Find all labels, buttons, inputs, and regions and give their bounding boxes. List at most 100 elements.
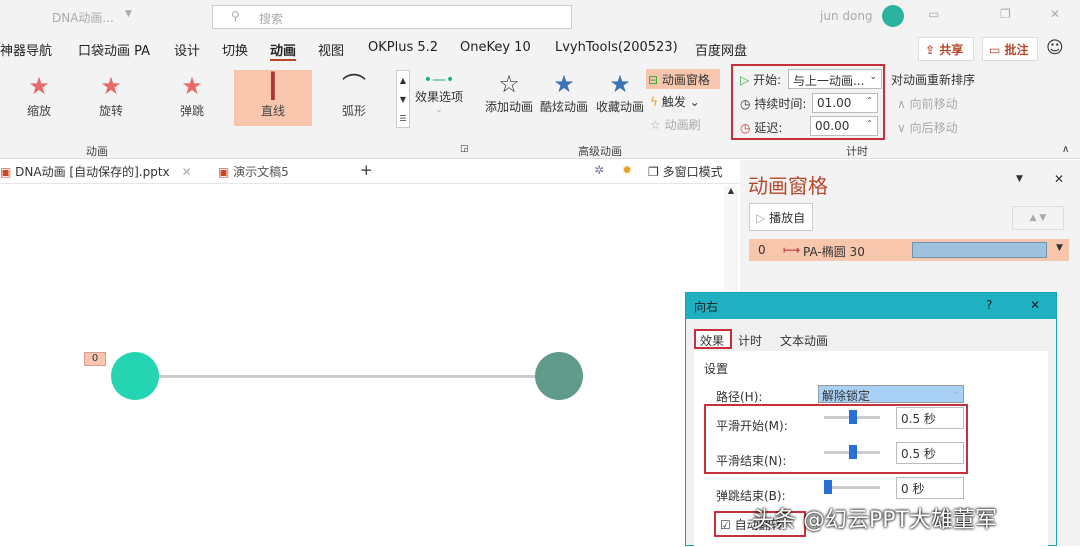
doc-tab[interactable]: ▣ 演示文稿5 [218, 163, 348, 180]
delay-input[interactable]: 00.00 ⌃ [810, 116, 878, 136]
tab-animation[interactable]: 动画 [270, 40, 297, 61]
pane-title: 动画窗格 [748, 174, 828, 198]
item-name: PA-椭圆 30 [803, 245, 865, 259]
circle-start[interactable] [111, 352, 159, 400]
value: 0 秒 [901, 482, 925, 496]
animation-painter-button[interactable]: ☆ 动画刷 [650, 116, 701, 133]
trigger-button[interactable]: ϟ 触发 ⌄ [650, 93, 700, 110]
bounce-end-input[interactable]: 0 秒 [896, 477, 964, 499]
multi-window-button[interactable]: ❐ 多窗口模式 [648, 163, 723, 180]
move-later-button[interactable]: ∨ 向后移动 [897, 119, 958, 136]
pane-close-icon[interactable]: ✕ [1054, 172, 1064, 186]
value: 00.00 [815, 119, 850, 133]
item-dropdown-icon[interactable]: ▼ [1056, 243, 1063, 253]
play-icon: ▷ [756, 211, 766, 225]
tab-onekey[interactable]: OneKey 10 [460, 40, 531, 55]
star-icon: ★ [609, 70, 631, 98]
effect-options-button[interactable]: •—• 效果选项 ⌄ [414, 72, 464, 115]
smooth-start-label: 平滑开始(M): [716, 419, 788, 433]
tab-baidu[interactable]: 百度网盘 [695, 40, 747, 59]
label: 触发 [661, 95, 686, 109]
group-label-animation: 动画 [86, 145, 108, 158]
avatar[interactable] [882, 5, 904, 27]
help-button[interactable]: ? [986, 298, 992, 312]
ribbon-display-icon[interactable]: ▭ [928, 7, 939, 21]
painter-icon: ☆ [650, 118, 661, 132]
close-icon[interactable]: ✕ [1050, 7, 1060, 21]
start-select[interactable]: 与上一动画... ⌄ [788, 69, 882, 89]
star-add-icon: ☆ [498, 70, 520, 98]
tab-timing[interactable]: 计时 [738, 332, 762, 349]
label: 直线 [260, 104, 285, 118]
restore-icon[interactable]: ❐ [1000, 7, 1011, 21]
text: 延迟: [754, 121, 783, 135]
tab-view[interactable]: 视图 [318, 40, 344, 59]
tab-text-animation[interactable]: 文本动画 [780, 332, 828, 349]
label: 酷炫动画 [539, 100, 588, 114]
smooth-start-slider[interactable] [824, 410, 880, 424]
share-button[interactable]: ⇪ 共享 [918, 37, 974, 61]
reorder-arrows[interactable]: ▲ ▼ [1012, 206, 1064, 230]
comment-button[interactable]: ▭ 批注 [982, 37, 1038, 61]
label: 播放自 [769, 211, 806, 225]
anim-arc[interactable]: ⌒ 弧形 [315, 70, 393, 126]
tab-lvyhtools[interactable]: LvyhTools(200523) [555, 40, 678, 55]
anim-line[interactable]: ┃ 直线 [234, 70, 312, 126]
tab-okplus[interactable]: OKPlus 5.2 [368, 40, 438, 55]
play-from-button[interactable]: ▷ 播放自 [749, 203, 813, 231]
label: 缩放 [26, 104, 51, 118]
smooth-end-slider[interactable] [824, 445, 880, 459]
collapse-ribbon-icon[interactable]: ∧ [1062, 144, 1069, 155]
new-tab-icon[interactable]: + [360, 161, 373, 179]
chevron-down-icon[interactable]: ▼ [125, 9, 132, 19]
reorder-label: 对动画重新排序 [891, 73, 976, 87]
slider-thumb[interactable] [824, 480, 832, 494]
bounce-end-slider[interactable] [824, 480, 880, 494]
slider-thumb[interactable] [849, 410, 857, 424]
circle-end[interactable] [535, 352, 583, 400]
animation-pane-button[interactable]: ⊟ 动画窗格 [646, 69, 720, 89]
search-input[interactable]: ⚲ 搜索 [212, 5, 572, 29]
line-path-icon: ┃ [265, 72, 281, 100]
motion-path-line[interactable] [159, 375, 537, 378]
dialog-launcher-icon[interactable]: ◲ [460, 144, 469, 154]
move-earlier-button[interactable]: ∧ 向前移动 [897, 95, 958, 112]
play-icon: ▷ [740, 73, 750, 87]
tab-shenqi[interactable]: 神器导航 [0, 40, 52, 59]
add-animation-button[interactable]: ☆ 添加动画 [484, 70, 534, 115]
tab-transition[interactable]: 切换 [222, 40, 248, 59]
animation-list-item[interactable]: 0 ⟼ PA-椭圆 30 ▼ [749, 239, 1069, 261]
slider-thumb[interactable] [849, 445, 857, 459]
gallery-scroll[interactable]: ▲ ▼ ☰ [396, 70, 410, 128]
smooth-start-input[interactable]: 0.5 秒 [896, 407, 964, 429]
label: 弹跳 [179, 104, 204, 118]
pin-icon[interactable]: ✲ [594, 163, 604, 177]
value: 0.5 秒 [901, 447, 936, 461]
close-tab-icon[interactable]: ✕ [182, 165, 192, 179]
anim-spin[interactable]: ★ 旋转 [72, 70, 150, 126]
smooth-end-input[interactable]: 0.5 秒 [896, 442, 964, 464]
favorite-animation-button[interactable]: ★ 收藏动画 [594, 70, 646, 115]
timeline-bar[interactable] [912, 242, 1047, 258]
close-icon[interactable]: ✕ [1030, 298, 1040, 312]
search-icon: ⚲ [231, 9, 240, 23]
anim-bounce[interactable]: ★ 弹跳 [153, 70, 231, 126]
pane-options-icon[interactable]: ▼ [1016, 174, 1023, 184]
smiley-icon[interactable]: ☺ [1046, 38, 1064, 58]
path-select[interactable]: 解除锁定 ⌄ [818, 385, 964, 403]
pane-icon: ⊟ [648, 73, 659, 87]
duration-input[interactable]: 01.00 ⌃ [812, 93, 878, 113]
doc-tab-active[interactable]: ▣ DNA动画 [自动保存的].pptx ✕ [0, 163, 212, 180]
document-name[interactable]: DNA动画... [52, 9, 114, 26]
item-index: 0 [758, 243, 766, 257]
user-name[interactable]: jun dong [820, 9, 873, 23]
anim-zoom[interactable]: ★ 缩放 [0, 70, 78, 126]
label: 收藏动画 [595, 100, 644, 114]
tab-design[interactable]: 设计 [174, 40, 200, 59]
cool-animation-button[interactable]: ★ 酷炫动画 [538, 70, 590, 115]
search-placeholder: 搜索 [259, 12, 284, 26]
animation-tag[interactable]: 0 [84, 352, 106, 366]
tab-effect[interactable]: 效果 [694, 329, 732, 349]
tab-koudai[interactable]: 口袋动画 PA [78, 40, 150, 59]
gear-icon[interactable]: ✹ [622, 163, 632, 177]
